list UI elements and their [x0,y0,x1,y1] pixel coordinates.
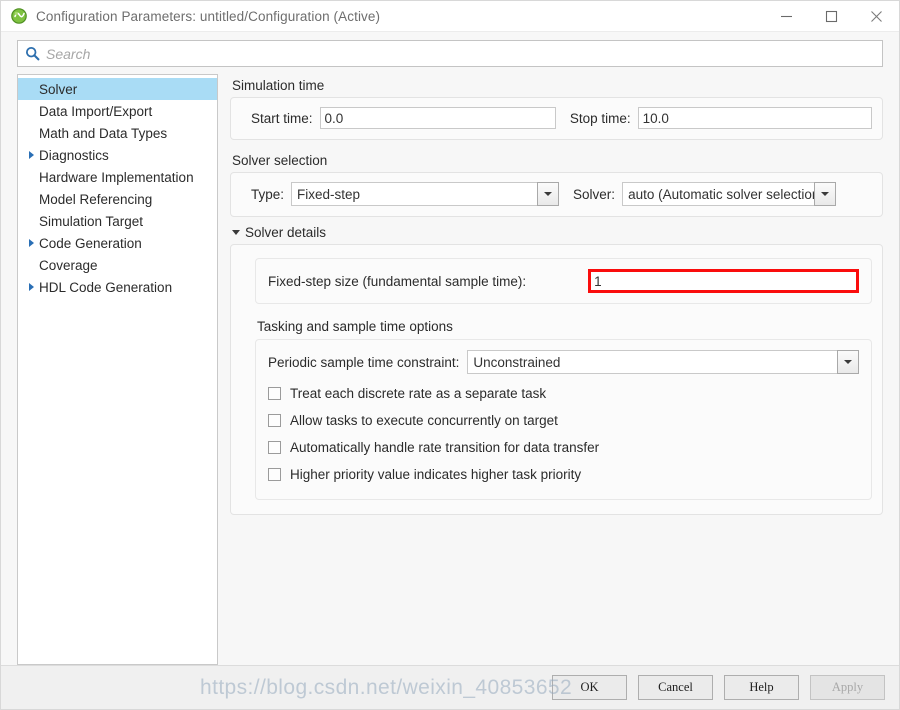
sidebar-item-label: Code Generation [39,235,142,251]
higher-priority-value-checkbox[interactable] [268,468,281,481]
solver-details-panel: Fixed-step size (fundamental sample time… [230,244,883,515]
close-button[interactable] [854,1,899,32]
sidebar-item-hardware-implementation[interactable]: Hardware Implementation [18,166,217,188]
window-controls [764,1,899,32]
solver-details-title: Solver details [245,225,327,240]
window-title: Configuration Parameters: untitled/Confi… [36,8,381,24]
fixed-step-size-input[interactable] [591,272,856,290]
sidebar-item-simulation-target[interactable]: Simulation Target [18,210,217,232]
sidebar-item-label: Simulation Target [39,213,144,229]
category-tree[interactable]: Solver Data Import/Export Math and Data … [17,74,218,665]
ok-button[interactable]: OK [552,675,627,700]
treat-each-discrete-rate-checkbox[interactable] [268,387,281,400]
chevron-down-icon[interactable] [537,182,560,206]
sidebar-item-label: Hardware Implementation [39,169,194,185]
solver-selection-row: Type: Fixed-step Solver: auto (Automatic… [241,182,872,206]
dialog-footer: OK Cancel Help Apply [1,665,899,709]
fixed-step-panel: Fixed-step size (fundamental sample time… [255,258,872,304]
dialog-body: Solver Data Import/Export Math and Data … [1,74,899,665]
sidebar-item-coverage[interactable]: Coverage [18,254,217,276]
checkbox-label: Higher priority value indicates higher t… [290,467,582,482]
chevron-down-icon[interactable] [837,350,859,374]
chevron-down-icon[interactable] [814,182,837,206]
stop-time-label: Stop time: [569,110,631,126]
sidebar-item-diagnostics[interactable]: Diagnostics [18,144,217,166]
search-box[interactable] [17,40,883,67]
solver-type-dropdown[interactable]: Fixed-step [291,182,560,206]
checkbox-label: Treat each discrete rate as a separate t… [290,386,547,401]
simulation-time-row: Start time: Stop time: [241,107,872,129]
title-bar: Configuration Parameters: untitled/Confi… [1,1,899,32]
checkbox-row[interactable]: Treat each discrete rate as a separate t… [268,380,859,407]
expand-arrow-icon[interactable] [24,151,39,159]
checkbox-row[interactable]: Higher priority value indicates higher t… [268,461,859,488]
solver-dropdown[interactable]: auto (Automatic solver selection) [622,182,837,206]
periodic-sample-time-constraint-dropdown[interactable]: Unconstrained [467,350,859,374]
sidebar-item-hdl-code-generation[interactable]: HDL Code Generation [18,276,217,298]
sidebar-item-label: Data Import/Export [39,103,153,119]
sidebar-item-label: Diagnostics [39,147,109,163]
periodic-sample-time-constraint-label: Periodic sample time constraint: [268,354,460,370]
solver-details-toggle[interactable]: Solver details [232,225,883,240]
fixed-step-size-field-highlight[interactable] [588,269,859,293]
allow-tasks-concurrently-checkbox[interactable] [268,414,281,427]
help-button[interactable]: Help [724,675,799,700]
solver-selection-title: Solver selection [232,153,328,168]
checkbox-row[interactable]: Automatically handle rate transition for… [268,434,859,461]
start-time-label: Start time: [251,110,313,126]
sidebar-item-solver[interactable]: Solver [18,78,217,100]
checkbox-row[interactable]: Allow tasks to execute concurrently on t… [268,407,859,434]
expand-arrow-icon[interactable] [24,283,39,291]
solver-value: auto (Automatic solver selection) [622,182,815,206]
auto-handle-rate-transition-checkbox[interactable] [268,441,281,454]
cancel-button[interactable]: Cancel [638,675,713,700]
solver-selection-panel: Type: Fixed-step Solver: auto (Automatic… [230,172,883,217]
configuration-parameters-window: Configuration Parameters: untitled/Confi… [0,0,900,710]
fixed-step-row: Fixed-step size (fundamental sample time… [268,269,859,293]
periodic-sample-time-constraint-value: Unconstrained [467,350,837,374]
apply-button: Apply [810,675,885,700]
search-icon [25,46,40,61]
sidebar-item-label: Coverage [39,257,98,273]
disclosure-triangle-icon[interactable] [232,230,240,235]
tasking-panel: Periodic sample time constraint: Unconst… [255,339,872,500]
sidebar-item-data-import-export[interactable]: Data Import/Export [18,100,217,122]
sidebar-item-label: Model Referencing [39,191,153,207]
solver-label: Solver: [573,186,616,202]
search-bar [1,32,899,74]
solver-type-value: Fixed-step [291,182,538,206]
checkbox-label: Automatically handle rate transition for… [290,440,600,455]
search-input[interactable] [46,42,882,65]
simulation-time-title: Simulation time [232,78,325,93]
expand-arrow-icon[interactable] [24,239,39,247]
sidebar-item-math-and-data-types[interactable]: Math and Data Types [18,122,217,144]
stop-time-input[interactable] [637,107,872,129]
maximize-button[interactable] [809,1,854,32]
simulation-time-panel: Start time: Stop time: [230,97,883,140]
solver-pane: Simulation time Start time: Stop time: S… [230,74,883,665]
sidebar-item-label: Solver [39,81,78,97]
start-time-input[interactable] [319,107,556,129]
tasking-title: Tasking and sample time options [257,319,453,334]
sidebar-item-label: Math and Data Types [39,125,168,141]
minimize-button[interactable] [764,1,809,32]
fixed-step-size-label: Fixed-step size (fundamental sample time… [268,273,527,289]
periodic-constraint-row: Periodic sample time constraint: Unconst… [268,350,859,374]
simulink-icon [10,7,28,25]
checkbox-label: Allow tasks to execute concurrently on t… [290,413,558,428]
sidebar-item-model-referencing[interactable]: Model Referencing [18,188,217,210]
sidebar-item-label: HDL Code Generation [39,279,173,295]
solver-type-label: Type: [251,186,285,202]
sidebar-item-code-generation[interactable]: Code Generation [18,232,217,254]
